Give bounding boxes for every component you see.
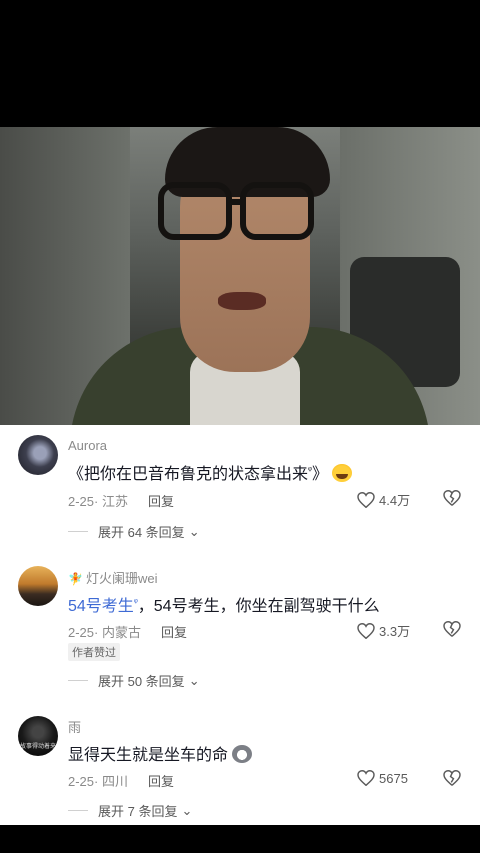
like-button[interactable]: 3.3万 [357, 621, 410, 640]
comment-username[interactable]: 雨 [68, 717, 81, 736]
author-liked-tag: 作者赞过 [68, 643, 120, 661]
laughing-crying-emoji-icon [332, 464, 352, 482]
comment-meta: 2-25· 内蒙古 回复 [68, 622, 187, 641]
avatar[interactable] [18, 435, 58, 475]
comment-date-location: 2-25· 江苏 [68, 494, 128, 509]
comment-username[interactable]: 🧚 灯火阑珊wei [68, 568, 157, 587]
chevron-down-icon: ⌄ [181, 802, 193, 818]
chevron-down-icon: ⌄ [188, 523, 200, 539]
expand-replies-button[interactable]: 展开 50 条回复 ⌄ [68, 671, 200, 690]
heart-icon [357, 770, 375, 786]
broken-heart-icon [443, 769, 461, 786]
comment-text: 《把你在巴音布鲁克的状态拿出来ᵠ》 [68, 460, 352, 484]
glasses-bridge [226, 199, 246, 205]
reply-button[interactable]: 回复 [148, 494, 174, 509]
fairy-badge-icon: 🧚 [68, 572, 83, 586]
expand-replies-label: 展开 64 条回复 [98, 525, 185, 540]
expand-replies-button[interactable]: 展开 64 条回复 ⌄ [68, 522, 200, 541]
like-button[interactable]: 5675 [357, 770, 408, 786]
broken-heart-icon [443, 489, 461, 506]
comment-text-main: ，54号考生，你坐在副驾驶干什么 [137, 598, 380, 615]
comment-text: 54号考生ᵠ，54号考生，你坐在副驾驶干什么 [68, 592, 380, 616]
heart-icon [357, 622, 375, 639]
comment-meta: 2-25· 四川 回复 [68, 771, 174, 790]
like-count: 3.3万 [379, 624, 411, 639]
broken-heart-icon [443, 620, 461, 637]
divider-line [68, 531, 88, 532]
dislike-button[interactable] [443, 489, 461, 511]
comment-text: 显得天生就是坐车的命 [68, 741, 253, 765]
comments-panel: Aurora 《把你在巴音布鲁克的状态拿出来ᵠ》 2-25· 江苏 回复 4.4万… [0, 425, 480, 825]
comment-text-main: 显得天生就是坐车的命 [68, 747, 229, 764]
expand-replies-button[interactable]: 展开 7 条回复 ⌄ [68, 801, 192, 820]
avatar[interactable]: 故事得动着来 [18, 716, 58, 756]
like-button[interactable]: 4.4万 [357, 490, 410, 509]
chevron-down-icon: ⌄ [188, 672, 200, 688]
avatar[interactable] [18, 566, 58, 606]
expand-replies-label: 展开 50 条回复 [98, 674, 185, 689]
glasses-right-lens [240, 182, 314, 240]
mouth-shape [218, 292, 266, 310]
divider-line [68, 680, 88, 681]
comment-text-close: 》 [311, 466, 328, 483]
comment-text-main: 《把你在巴音布鲁克的状态拿出来 [68, 466, 309, 483]
avatar-caption: 故事得动着来 [20, 744, 57, 750]
heart-icon [357, 491, 375, 508]
dislike-button[interactable] [443, 620, 461, 642]
video-frame[interactable] [0, 127, 480, 425]
glasses-left-lens [158, 182, 232, 240]
comment-date-location: 2-25· 内蒙古 [68, 625, 141, 640]
comment-meta: 2-25· 江苏 回复 [68, 491, 174, 510]
expand-replies-label: 展开 7 条回复 [98, 804, 178, 819]
husky-emoji-icon [232, 745, 253, 763]
comment-username-text: 灯火阑珊wei [85, 571, 158, 586]
like-count: 4.4万 [379, 493, 411, 508]
reply-button[interactable]: 回复 [148, 774, 174, 789]
reply-button[interactable]: 回复 [161, 625, 187, 640]
like-count: 5675 [379, 770, 408, 786]
dislike-button[interactable] [443, 769, 461, 791]
comment-hashtag-link[interactable]: 54号考生 [68, 598, 134, 615]
comment-username[interactable]: Aurora [68, 438, 107, 453]
comment-date-location: 2-25· 四川 [68, 774, 128, 789]
divider-line [68, 810, 88, 811]
